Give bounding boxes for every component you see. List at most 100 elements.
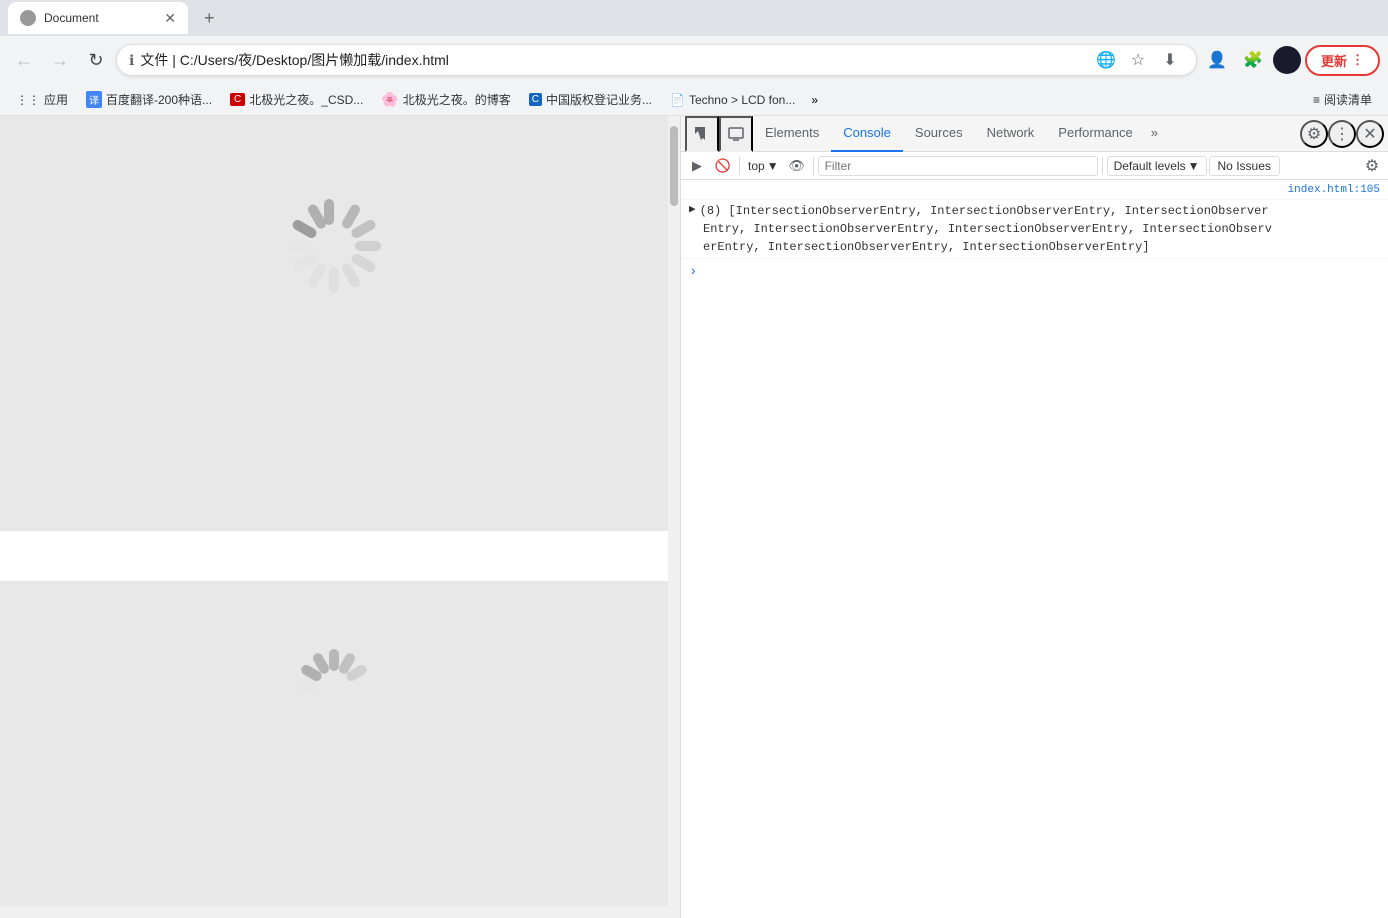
address-actions: 🌐 ☆ ⬇ — [1092, 46, 1184, 74]
menu-dots-icon: ⋮ — [1351, 52, 1364, 68]
page-vertical-scrollbar[interactable] — [668, 116, 680, 918]
bookmark-techno-label: Techno > LCD fon... — [689, 93, 795, 107]
console-log-line: ▶ (8) [IntersectionObserverEntry, Inters… — [681, 200, 1388, 259]
source-link[interactable]: index.html:105 — [1288, 182, 1380, 199]
tab-more[interactable]: » — [1145, 116, 1164, 152]
context-dropdown-icon: ▼ — [767, 159, 779, 173]
address-text: 文件 | C:/Users/夜/Desktop/图片懒加载/index.html — [140, 50, 1086, 70]
console-settings-button[interactable]: ⚙ — [1360, 154, 1384, 178]
context-label: top — [748, 159, 765, 173]
console-input[interactable] — [701, 263, 1380, 281]
loading-spinner-1 — [290, 246, 390, 346]
device-icon — [727, 125, 745, 143]
expand-arrow[interactable]: ▶ — [689, 202, 696, 219]
bookmark-readinglist-label: 阅读清单 — [1324, 91, 1372, 108]
download-button[interactable]: ⬇ — [1156, 46, 1184, 74]
bookmark-huawei-label: 北极光之夜。的博客 — [403, 91, 511, 108]
tab-console-label: Console — [843, 125, 891, 140]
browser-tab-active[interactable]: Document ✕ — [8, 2, 188, 34]
tab-elements[interactable]: Elements — [753, 116, 831, 152]
spinner-2 — [300, 696, 380, 776]
page-horizontal-scrollbar[interactable] — [0, 906, 668, 918]
levels-dropdown-icon: ▼ — [1188, 159, 1200, 173]
url-text: C:/Users/夜/Desktop/图片懒加载/index.html — [180, 52, 449, 68]
bookmark-apps[interactable]: ⋮⋮ 应用 — [8, 89, 76, 110]
address-bar-row: ← → ↻ ℹ 文件 | C:/Users/夜/Desktop/图片懒加载/in… — [0, 36, 1388, 84]
tab-close-button[interactable]: ✕ — [164, 10, 176, 27]
spinner-1 — [290, 246, 390, 346]
info-icon: ℹ — [129, 52, 134, 69]
translate-button[interactable]: 🌐 — [1092, 46, 1120, 74]
no-issues-label: No Issues — [1218, 159, 1271, 173]
toolbar-separator-2 — [813, 157, 814, 175]
screaming-frog-button[interactable] — [1273, 46, 1301, 74]
techno-icon: 📄 — [670, 93, 685, 107]
devtools-play-button[interactable]: ▶ — [685, 154, 709, 178]
devtools-more-button[interactable]: ⋮ — [1328, 120, 1356, 148]
bookmark-csd1[interactable]: C 北极光之夜。_CSD... — [222, 89, 371, 110]
main-area: Elements Console Sources Network Perform… — [0, 116, 1388, 918]
tab-network-label: Network — [987, 125, 1035, 140]
eye-button[interactable]: 👁 — [785, 154, 809, 178]
no-issues-badge: No Issues — [1209, 156, 1280, 176]
scrollbar-thumb[interactable] — [670, 126, 678, 206]
devtools-close-button[interactable]: ✕ — [1356, 120, 1384, 148]
console-filter-input[interactable] — [818, 156, 1098, 176]
tab-title: Document — [44, 11, 152, 25]
log-levels-selector[interactable]: Default levels ▼ — [1107, 156, 1207, 176]
bookmark-button[interactable]: ☆ — [1124, 46, 1152, 74]
tab-network[interactable]: Network — [975, 116, 1047, 152]
bookmark-baidu-translate[interactable]: 译 百度翻译-200种语... — [78, 89, 220, 110]
devtools-panel: Elements Console Sources Network Perform… — [680, 116, 1388, 918]
bookmark-copyright[interactable]: C 中国版权登记业务... — [521, 89, 660, 110]
tab-performance[interactable]: Performance — [1046, 116, 1144, 152]
toolbar-separator-1 — [739, 157, 740, 175]
update-button[interactable]: 更新 ⋮ — [1305, 45, 1380, 76]
tab-elements-label: Elements — [765, 125, 819, 140]
tab-favicon — [20, 10, 36, 26]
context-selector[interactable]: top ▼ — [744, 157, 783, 175]
console-text-line1: (8) [IntersectionObserverEntry, Intersec… — [700, 204, 1269, 218]
forward-button[interactable]: → — [44, 44, 76, 76]
bookmarks-bar: ⋮⋮ 应用 译 百度翻译-200种语... C 北极光之夜。_CSD... 🌸 … — [0, 84, 1388, 116]
console-output[interactable]: index.html:105 ▶ (8) [IntersectionObserv… — [681, 180, 1388, 918]
huawei-icon: 🌸 — [381, 91, 398, 108]
devtools-tab-device[interactable] — [719, 116, 753, 152]
devtools-tab-inspect[interactable] — [685, 116, 719, 152]
loading-spinner-2 — [300, 696, 380, 776]
profile-button[interactable]: 👤 — [1201, 44, 1233, 76]
more-bookmarks-icon[interactable]: » — [805, 91, 824, 109]
copyright-icon: C — [529, 93, 542, 106]
reload-button[interactable]: ↻ — [80, 44, 112, 76]
toolbar-separator-3 — [1102, 157, 1103, 175]
bookmark-readinglist[interactable]: ≡ 阅读清单 — [1305, 89, 1380, 110]
tab-performance-label: Performance — [1058, 125, 1132, 140]
console-text-1: (8) [IntersectionObserverEntry, Intersec… — [700, 202, 1380, 220]
bookmark-huawei[interactable]: 🌸 北极光之夜。的博客 — [373, 89, 518, 110]
devtools-tab-bar: Elements Console Sources Network Perform… — [681, 116, 1388, 152]
bookmark-copyright-label: 中国版权登记业务... — [546, 91, 652, 108]
devtools-block-button[interactable]: 🚫 — [711, 154, 735, 178]
console-text-3: erEntry, IntersectionObserverEntry, Inte… — [703, 240, 1149, 254]
devtools-toolbar: ▶ 🚫 top ▼ 👁 Default levels ▼ No Issues ⚙ — [681, 152, 1388, 180]
bookmark-apps-label: 应用 — [44, 91, 68, 108]
address-bar[interactable]: ℹ 文件 | C:/Users/夜/Desktop/图片懒加载/index.ht… — [116, 44, 1197, 76]
new-tab-button[interactable]: + — [192, 2, 227, 34]
protocol-label: 文件 — [140, 52, 168, 68]
log-levels-label: Default levels — [1114, 159, 1186, 173]
update-label: 更新 — [1321, 51, 1347, 70]
apps-icon: ⋮⋮ — [16, 93, 40, 107]
devtools-settings-button[interactable]: ⚙ — [1300, 120, 1328, 148]
back-button[interactable]: ← — [8, 44, 40, 76]
new-tab-icon: + — [204, 8, 215, 29]
console-text-2: Entry, IntersectionObserverEntry, Inters… — [703, 222, 1272, 236]
console-prompt-line: › — [681, 259, 1388, 285]
translate-icon: 译 — [86, 91, 102, 108]
bookmark-csd1-label: 北极光之夜。_CSD... — [249, 91, 363, 108]
console-line-1: index.html:105 — [681, 180, 1388, 200]
bookmark-techno[interactable]: 📄 Techno > LCD fon... — [662, 91, 803, 109]
tab-sources[interactable]: Sources — [903, 116, 975, 152]
inspect-icon — [693, 125, 711, 143]
tab-console[interactable]: Console — [831, 116, 903, 152]
extensions-button[interactable]: 🧩 — [1237, 44, 1269, 76]
